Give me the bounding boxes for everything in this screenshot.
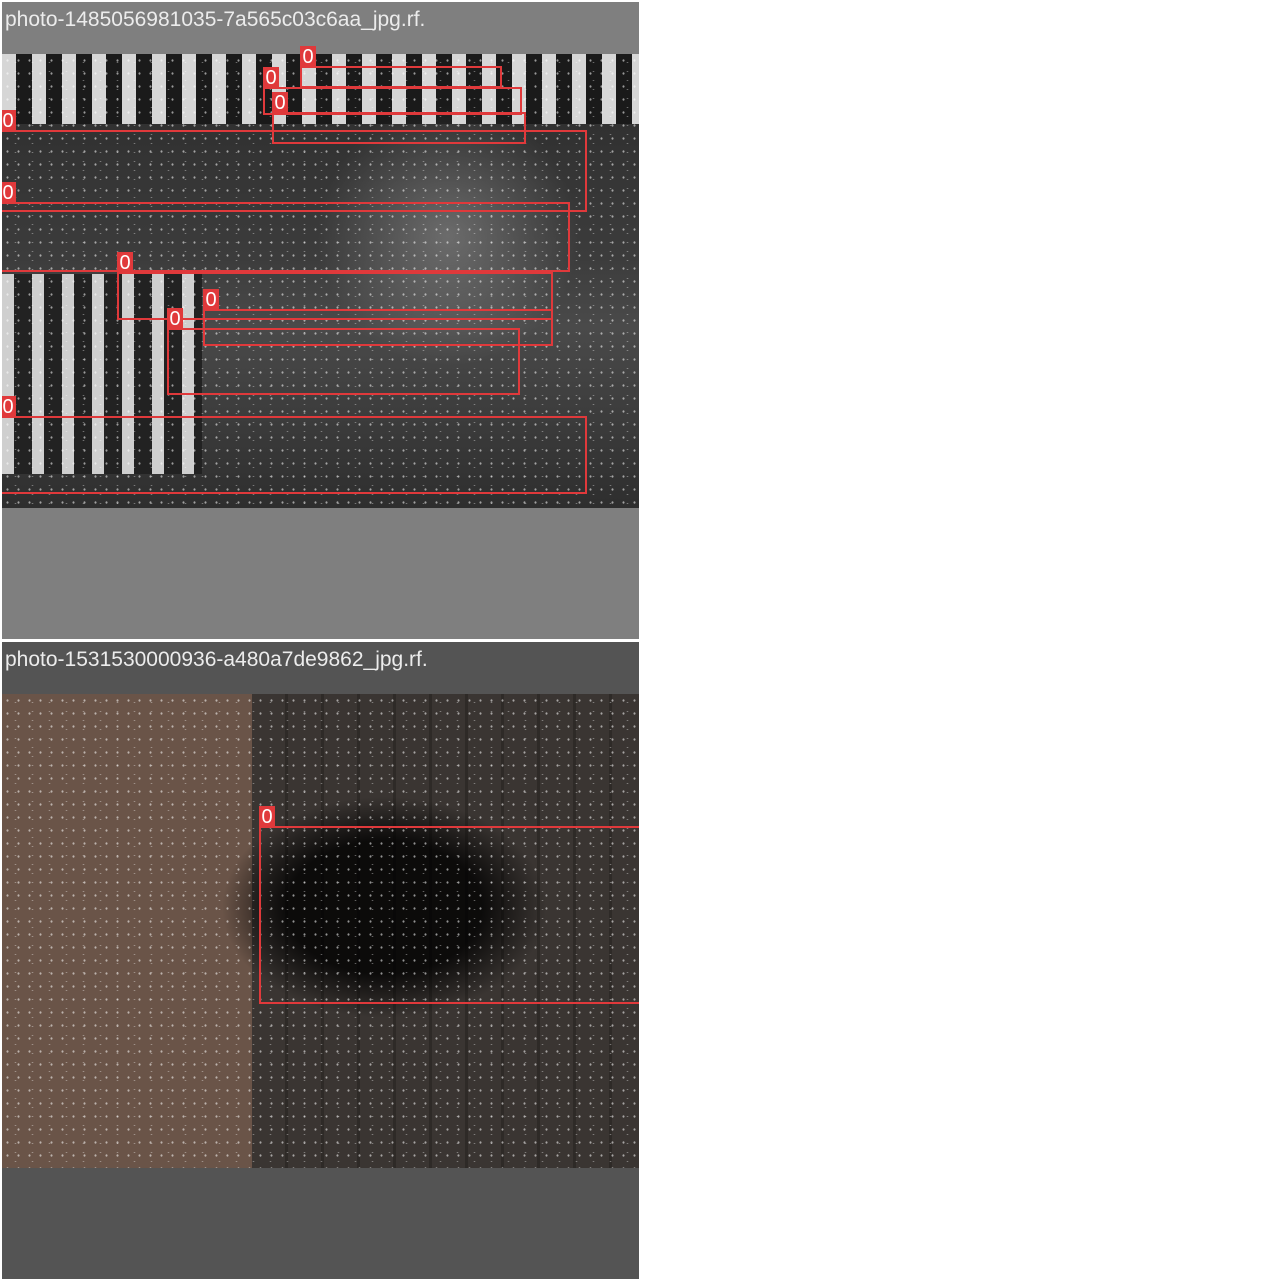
bounding-box: 0 xyxy=(167,308,520,395)
bounding-box-label: 0 xyxy=(300,46,316,68)
bounding-box-label: 0 xyxy=(2,396,16,418)
bounding-box-label: 0 xyxy=(117,252,133,274)
bounding-box-label: 0 xyxy=(203,289,219,311)
bounding-box: 0 xyxy=(263,67,522,115)
bounding-box-label: 0 xyxy=(259,806,275,828)
bounding-box-label: 0 xyxy=(2,110,16,132)
bounding-box-label: 0 xyxy=(272,92,288,114)
bounding-box: 0 xyxy=(300,46,502,88)
image-tile-2: photo-1531530000936-a480a7de9862_jpg.rf.… xyxy=(2,642,639,1279)
bounding-box: 0 xyxy=(2,396,587,494)
bounding-box-label: 0 xyxy=(263,67,279,89)
bounding-box-label: 0 xyxy=(167,308,183,330)
tile-title: photo-1531530000936-a480a7de9862_jpg.rf. xyxy=(5,648,428,671)
bounding-box: 0 xyxy=(259,806,639,1004)
bounding-box: 0 xyxy=(2,110,587,212)
tile-title: photo-1485056981035-7a565c03c6aa_jpg.rf. xyxy=(5,8,426,31)
bounding-box: 0 xyxy=(2,182,570,272)
bounding-box-label: 0 xyxy=(2,182,16,204)
image-tile-1: photo-1485056981035-7a565c03c6aa_jpg.rf.… xyxy=(2,2,639,639)
